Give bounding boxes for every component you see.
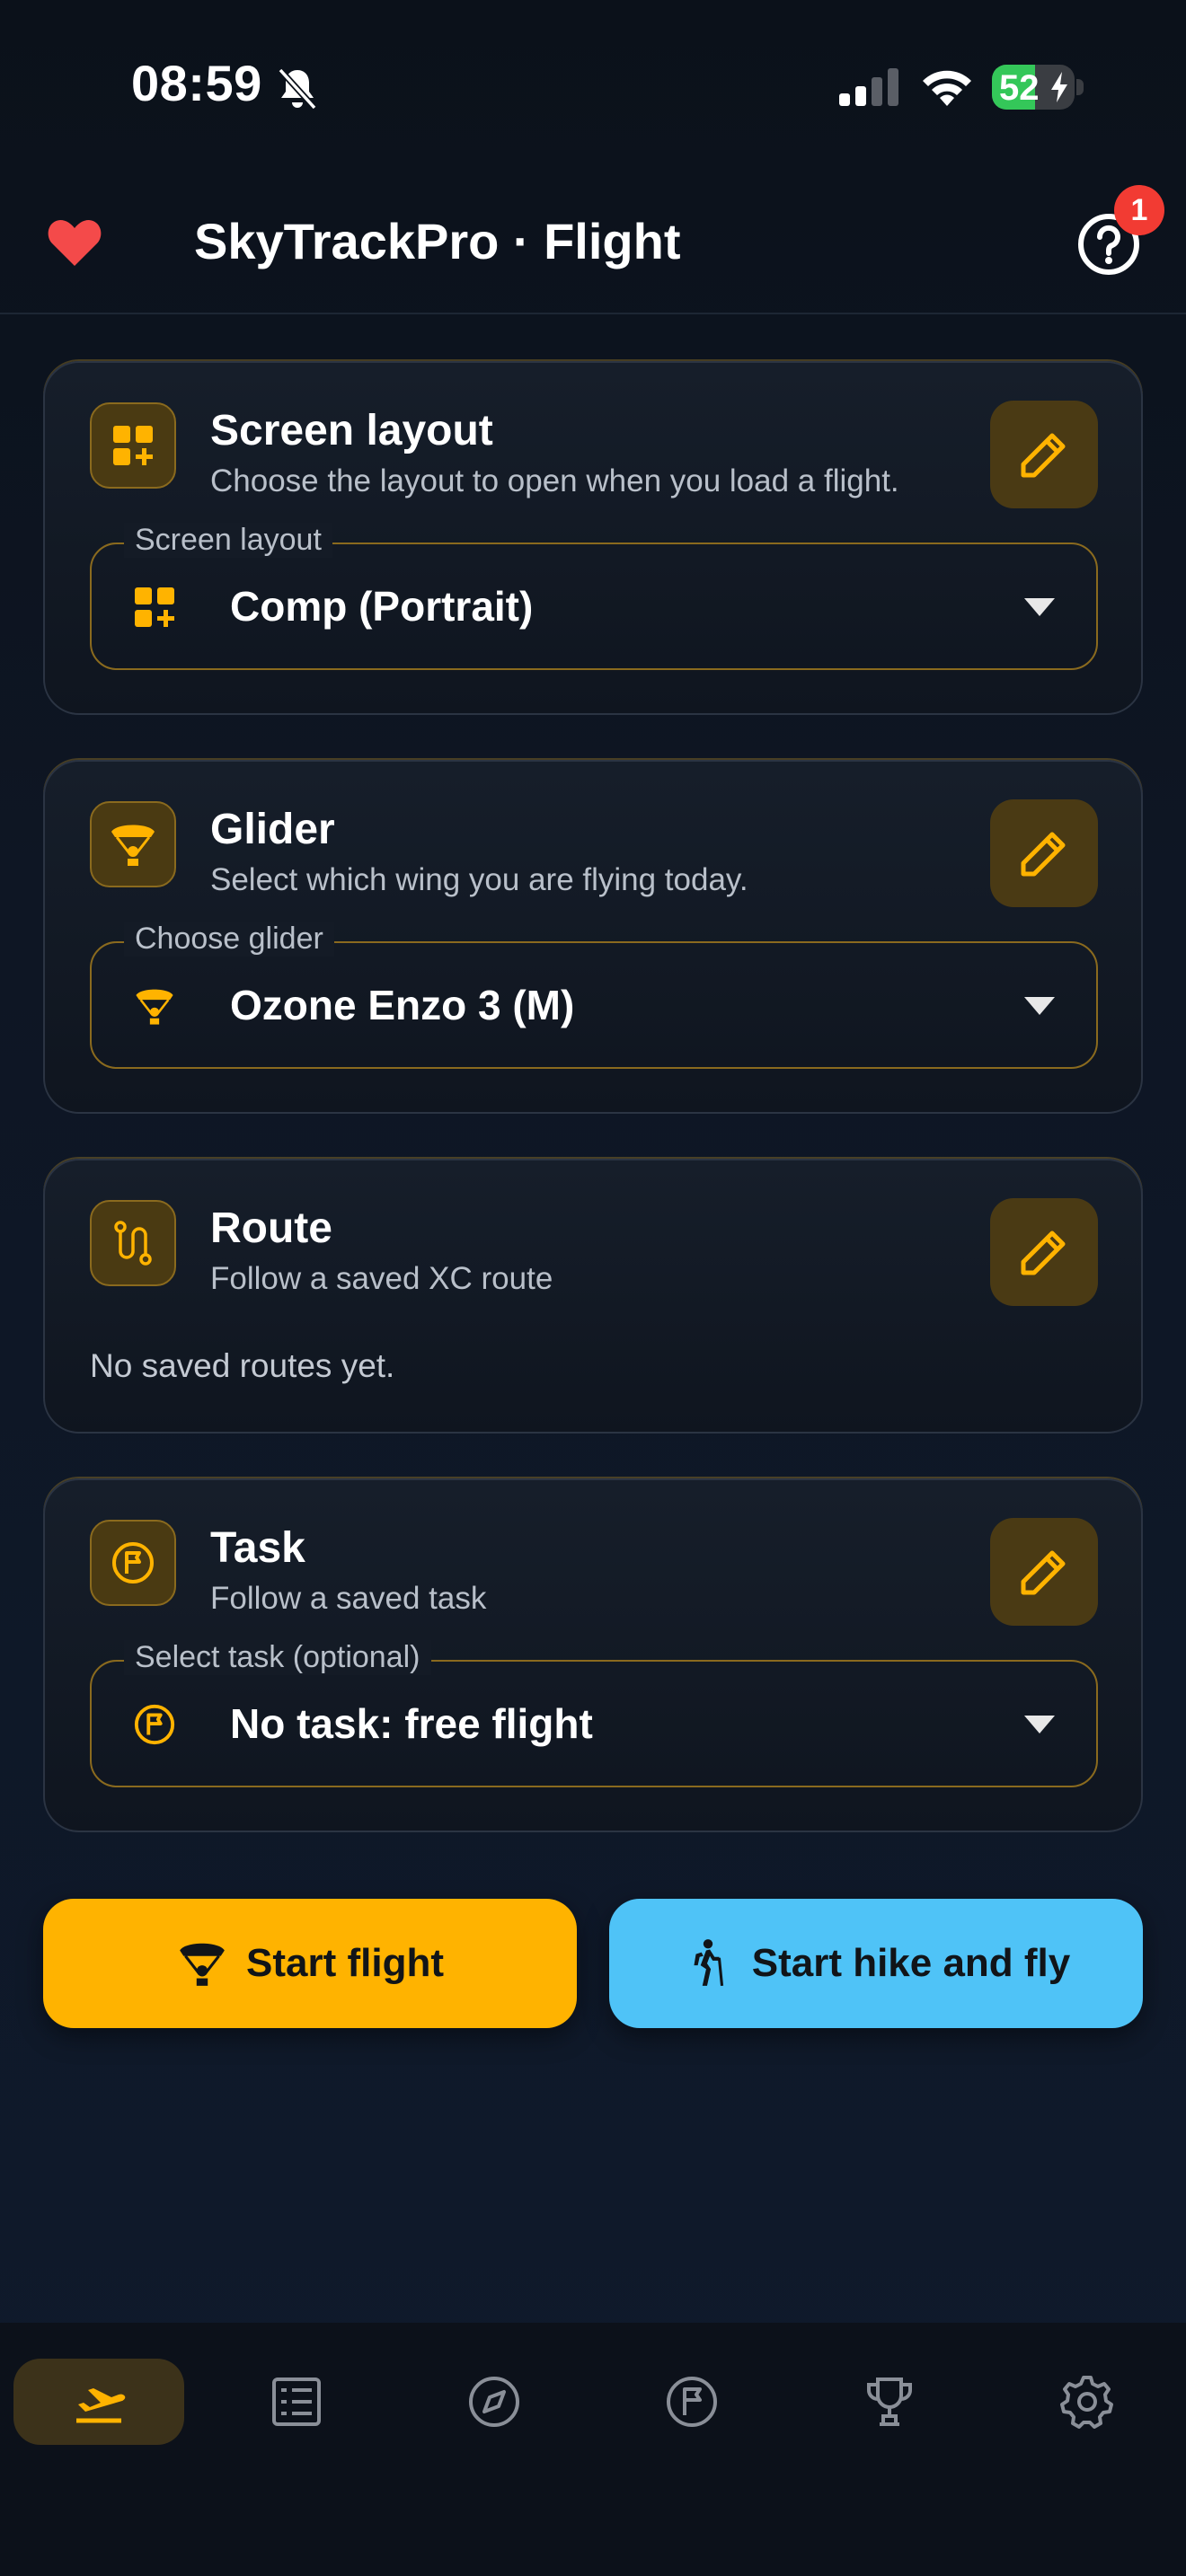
route-card: Route Follow a saved XC route No saved r… [43,1159,1143,1434]
page-title: SkyTrackPro · Flight [194,213,681,269]
card-icon-box [90,801,176,887]
paraglider-icon [111,825,155,866]
nav-compass[interactable] [409,2359,580,2445]
pencil-icon [1021,1231,1066,1275]
nav-flight[interactable] [13,2359,184,2445]
task-card: Task Follow a saved task Select task (op… [43,1478,1143,1832]
card-icon-box [90,1200,176,1286]
start-hike-and-fly-button[interactable]: Start hike and fly [609,1899,1143,2028]
nav-logbook[interactable] [211,2359,382,2445]
battery-cap [1076,79,1084,95]
glider-card: Glider Select which wing you are flying … [43,760,1143,1114]
settings-icon [1060,2376,1113,2429]
status-bar: 08:59 52 [0,0,1186,171]
empty-routes-message: No saved routes yet. [90,1347,395,1384]
field-label: Select task (optional) [124,1640,431,1675]
card-subtitle: Follow a saved task [210,1581,487,1616]
card-title: Screen layout [210,407,493,454]
card-title: Glider [210,806,335,853]
compass-icon [469,2377,519,2427]
field-label: Screen layout [124,523,332,558]
nav-tasks[interactable] [606,2359,777,2445]
edit-route-button[interactable] [990,1198,1098,1306]
battery-level: 52 [999,68,1040,108]
route-icon [114,1221,152,1266]
edit-glider-button[interactable] [990,799,1098,907]
field-value: Ozone Enzo 3 (M) [230,982,575,1028]
trophy-icon [867,2378,912,2426]
pencil-icon [1021,832,1066,877]
dashboard-add-icon [113,426,153,465]
logbook-icon [272,2378,321,2426]
heart-icon[interactable] [47,216,102,268]
card-icon-box [90,1520,176,1606]
field-label: Choose glider [124,922,334,957]
start-flight-button[interactable]: Start flight [43,1899,577,2028]
caret-down-icon [1024,1716,1055,1734]
bolt-icon [1051,72,1067,102]
card-subtitle: Choose the layout to open when you load … [210,463,899,498]
hiker-icon [694,1939,723,1987]
card-subtitle: Select which wing you are flying today. [210,862,748,897]
wifi-icon [923,70,971,106]
app-header: SkyTrackPro · Flight 1 [0,171,1186,314]
edit-task-button[interactable] [990,1518,1098,1626]
flag-circle-icon [134,1704,175,1745]
field-value: No task: free flight [230,1700,593,1747]
nav-settings[interactable] [1002,2359,1173,2445]
card-title: Route [210,1204,332,1252]
card-icon-box [90,402,176,489]
field-value: Comp (Portrait) [230,583,534,630]
bottom-navigation [0,2323,1186,2576]
start-flight-label: Start flight [246,1941,444,1985]
paraglider-icon [136,989,173,1025]
battery-charging-icon: 52 [992,65,1075,110]
screen-layout-card: Screen layout Choose the layout to open … [43,361,1143,715]
task-flag-icon [667,2377,717,2427]
pencil-icon [1021,433,1066,478]
notification-badge: 1 [1114,185,1164,235]
pencil-icon [1021,1550,1066,1595]
paraglider-icon [180,1943,225,1986]
flight-takeoff-icon [76,2388,126,2423]
flag-circle-icon [112,1542,154,1584]
cellular-signal-icon [839,68,898,106]
card-title: Task [210,1524,305,1572]
edit-layout-button[interactable] [990,401,1098,508]
bell-muted-icon [278,67,317,110]
caret-down-icon [1024,598,1055,616]
start-hike-label: Start hike and fly [751,1941,1071,1985]
glider-select[interactable]: Choose glider Ozone Enzo 3 (M) [90,922,1098,1069]
caret-down-icon [1024,997,1055,1015]
task-select[interactable]: Select task (optional) No task: free fli… [90,1640,1098,1787]
dashboard-add-icon [135,587,174,627]
nav-competitions[interactable] [804,2359,975,2445]
screen-layout-select[interactable]: Screen layout Comp (Portrait) [90,523,1098,670]
flight-setup-screen: 08:59 52 SkyTrackPro · Flight 1 Screen l… [0,0,1186,2576]
status-time: 08:59 [131,55,262,111]
card-subtitle: Follow a saved XC route [210,1261,553,1296]
